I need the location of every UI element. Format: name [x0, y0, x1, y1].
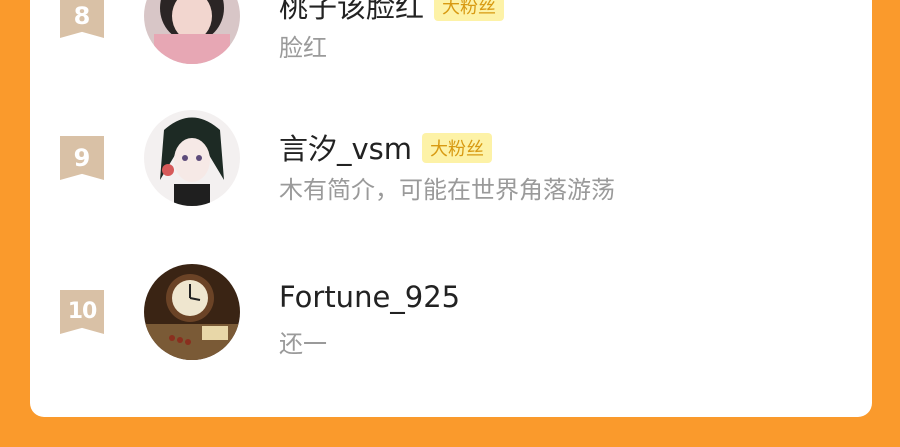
list-item[interactable]: 10 Fortune_925 还一 [30, 264, 872, 364]
user-name[interactable]: 言汐_vsm 大粉丝 [279, 126, 493, 168]
list-item[interactable]: 9 言汐_vsm 大粉丝 木有简介，可能在世界角落游荡 [30, 110, 872, 210]
anime-avatar-icon[interactable] [144, 110, 240, 206]
list-item[interactable]: 8 桃子该脸红 大粉丝 脸红 [30, 0, 872, 68]
fan-level-tag: 大粉丝 [434, 0, 505, 21]
fan-level-tag: 大粉丝 [422, 133, 493, 163]
user-bio: 脸红 [279, 34, 327, 62]
user-name[interactable]: Fortune_925 [279, 280, 460, 314]
clock-avatar-icon[interactable] [144, 264, 240, 360]
rank-badge: 8 [60, 0, 104, 38]
rank-badge: 10 [60, 290, 104, 334]
user-avatar-photo-icon[interactable] [144, 0, 240, 64]
user-bio: 木有简介，可能在世界角落游荡 [279, 176, 615, 204]
fans-ranking-card: 8 桃子该脸红 大粉丝 脸红 9 言汐_vsm 大粉丝 木有简介，可能在世界角落… [30, 0, 872, 417]
rank-badge: 9 [60, 136, 104, 180]
user-bio: 还一 [279, 330, 327, 358]
user-name[interactable]: 桃子该脸红 大粉丝 [279, 0, 505, 26]
